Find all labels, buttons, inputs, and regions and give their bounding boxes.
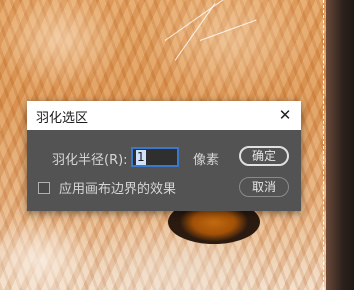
checkbox-icon[interactable]: [38, 182, 50, 194]
ok-button[interactable]: 确定: [239, 146, 289, 166]
cancel-button[interactable]: 取消: [239, 177, 289, 197]
feather-selection-dialog: 羽化选区 ✕ 羽化半径(R): 1 像素 确定 应用画布边界的效果 取消: [27, 101, 301, 211]
dialog-title: 羽化选区: [36, 111, 89, 126]
dialog-titlebar[interactable]: 羽化选区 ✕: [27, 101, 301, 130]
whisker: [199, 19, 257, 41]
whisker: [164, 0, 231, 41]
apply-canvas-bounds-label[interactable]: 应用画布边界的效果: [59, 178, 176, 197]
close-icon[interactable]: ✕: [275, 105, 295, 125]
feather-radius-label: 羽化半径(R):: [52, 153, 128, 168]
whisker: [174, 2, 216, 61]
selection-marquee: [323, 0, 332, 290]
feather-radius-value: 1: [136, 150, 146, 165]
feather-radius-input[interactable]: 1: [131, 147, 179, 167]
unit-label: 像素: [193, 153, 220, 168]
